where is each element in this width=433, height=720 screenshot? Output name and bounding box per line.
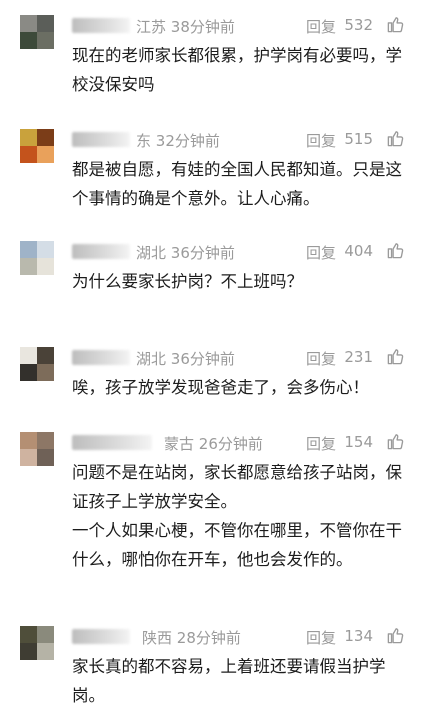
reply-button[interactable]: 回复	[306, 242, 336, 263]
avatar[interactable]	[20, 129, 54, 163]
reply-button[interactable]: 回复	[306, 627, 336, 648]
avatar[interactable]	[20, 626, 54, 660]
thumbs-up-icon[interactable]	[386, 15, 405, 34]
reply-button[interactable]: 回复	[306, 130, 336, 151]
comment-text: 家长真的都不容易，上着班还要请假当护学岗。	[72, 657, 386, 705]
avatar[interactable]	[20, 241, 54, 275]
reply-button[interactable]: 回复	[306, 348, 336, 369]
username-blurred[interactable]	[72, 435, 152, 450]
thumbs-up-icon[interactable]	[386, 129, 405, 148]
comment-meta: 湖北 36分钟前 回复 231	[72, 347, 417, 369]
comment-text: 问题不是在站岗，家长都愿意给孩子站岗，保证孩子上学放学安全。 一个人如果心梗，不…	[72, 463, 402, 569]
like-count: 515	[344, 130, 373, 148]
comment-meta: 陕西 28分钟前 回复 134	[72, 626, 417, 648]
like-count: 231	[344, 348, 373, 366]
reply-button[interactable]: 回复	[306, 433, 336, 454]
comment-meta: 江苏 38分钟前 回复 532	[72, 15, 417, 37]
avatar[interactable]	[20, 347, 54, 381]
username-blurred[interactable]	[72, 244, 130, 259]
username-blurred[interactable]	[72, 629, 130, 644]
thumbs-up-icon[interactable]	[386, 241, 405, 260]
location-time: 蒙古 26分钟前	[164, 435, 263, 453]
reply-button[interactable]: 回复	[306, 16, 336, 37]
comment-meta: 东 32分钟前 回复 515	[72, 129, 417, 151]
comment-meta: 蒙古 26分钟前 回复 154	[72, 432, 417, 454]
like-count: 134	[344, 627, 373, 645]
like-count: 154	[344, 433, 373, 451]
comment-text: 唉，孩子放学发现爸爸走了，会多伤心！	[72, 378, 369, 397]
location-time: 江苏 38分钟前	[136, 18, 235, 36]
thumbs-up-icon[interactable]	[386, 626, 405, 645]
comment-text: 现在的老师家长都很累，护学岗有必要吗，学校没保安吗	[72, 46, 402, 94]
thumbs-up-icon[interactable]	[386, 347, 405, 366]
location-time: 东 32分钟前	[136, 132, 220, 150]
thumbs-up-icon[interactable]	[386, 432, 405, 451]
like-count: 532	[344, 16, 373, 34]
location-time: 湖北 36分钟前	[136, 244, 235, 262]
username-blurred[interactable]	[72, 350, 130, 365]
location-time: 湖北 36分钟前	[136, 350, 235, 368]
username-blurred[interactable]	[72, 18, 130, 33]
comment-meta: 湖北 36分钟前 回复 404	[72, 241, 417, 263]
like-count: 404	[344, 242, 373, 260]
avatar[interactable]	[20, 432, 54, 466]
location-time: 陕西 28分钟前	[142, 629, 241, 647]
username-blurred[interactable]	[72, 132, 130, 147]
comment-text: 为什么要家长护岗？不上班吗？	[72, 272, 303, 291]
comment-text: 都是被自愿，有娃的全国人民都知道。只是这个事情的确是个意外。让人心痛。	[72, 160, 402, 208]
avatar[interactable]	[20, 15, 54, 49]
